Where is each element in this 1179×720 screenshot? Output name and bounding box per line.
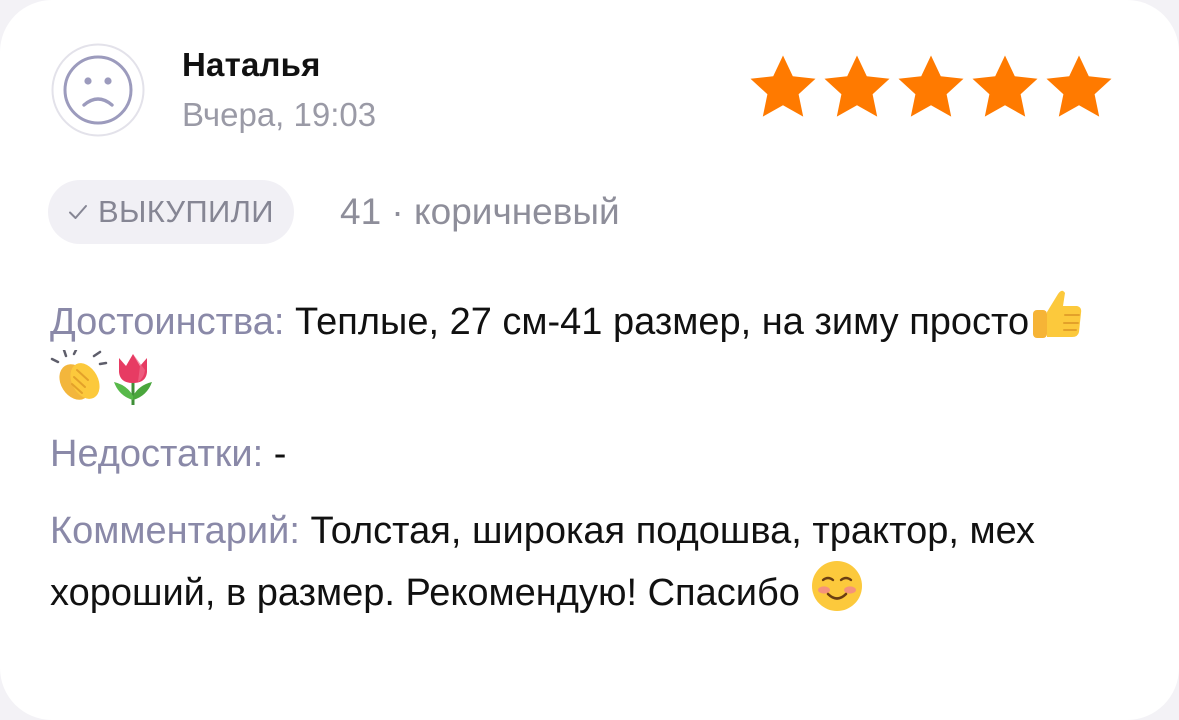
review-date: Вчера, 19:03 xyxy=(182,96,377,133)
checkmark-icon xyxy=(69,205,87,219)
cons-label: Недостатки: xyxy=(50,433,264,475)
comment-section: Комментарий: Толстая, широкая подошва, т… xyxy=(50,504,1110,621)
star-icon xyxy=(824,55,890,117)
comment-label: Комментарий: xyxy=(50,510,300,552)
star-icon xyxy=(1046,55,1112,117)
tulip-emoji xyxy=(108,350,158,406)
pros-text: Теплые, 27 см-41 размер, на зиму просто xyxy=(284,301,1030,343)
badge-label: ВЫКУПИЛИ xyxy=(98,194,274,229)
star-icon xyxy=(972,55,1038,117)
purchased-badge: ВЫКУПИЛИ xyxy=(48,180,294,244)
rating-stars xyxy=(748,52,1114,122)
review-card: Наталья Вчера, 19:03 ВЫКУПИЛИ 41 · корич… xyxy=(0,0,1179,720)
star-icon xyxy=(898,55,964,117)
clapping-hands-emoji xyxy=(50,350,108,406)
cons-section: Недостатки: - xyxy=(50,427,1110,482)
thumbs-up-emoji xyxy=(1029,286,1087,342)
product-variant: 41 · коричневый xyxy=(340,191,620,232)
user-avatar-icon[interactable] xyxy=(50,42,146,138)
smiling-face-emoji xyxy=(810,559,864,613)
cons-text: - xyxy=(263,433,287,475)
pros-label: Достоинства: xyxy=(50,301,285,343)
author-name: Наталья xyxy=(182,46,321,83)
pros-section: Достоинства: Теплые, 27 см-41 размер, на… xyxy=(50,286,1110,414)
star-icon xyxy=(750,55,816,117)
